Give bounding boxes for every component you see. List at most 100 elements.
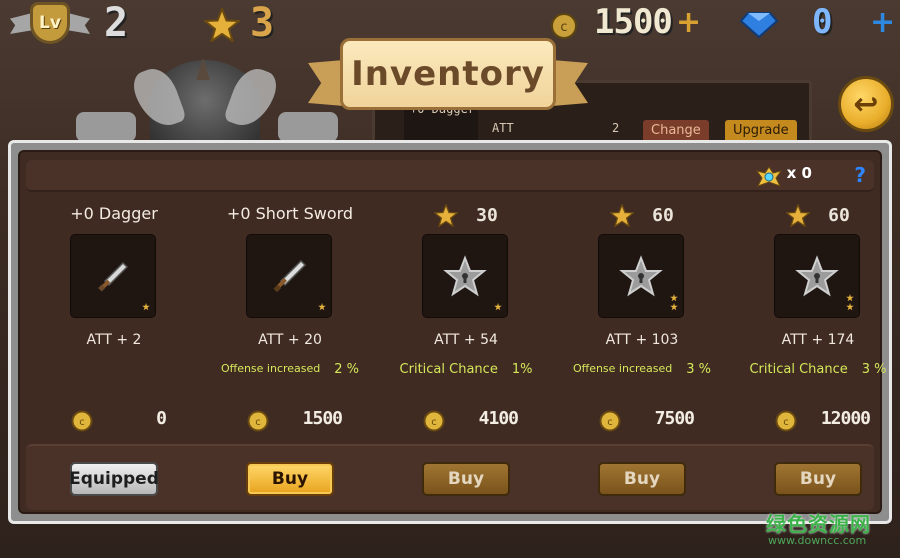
rank-star-icon: [318, 303, 326, 311]
item-attack: ATT + 54: [434, 332, 498, 348]
item-card-locked-1: 30 ATT + 54 Critical Chance 1% c 4100: [378, 196, 554, 436]
gold-amount: 1500: [594, 2, 673, 42]
bonus-label: Offense increased: [572, 362, 673, 375]
svg-text:c: c: [255, 417, 261, 428]
item-price: 7500: [654, 408, 695, 429]
required-stars: 60: [554, 202, 730, 228]
bonus-label: Critical Chance: [749, 362, 848, 377]
bonus-value: 3 %: [686, 362, 712, 377]
watermark-logo: 绿色资源网: [766, 512, 871, 536]
add-gold-button[interactable]: +: [676, 6, 701, 40]
item-price: 0: [156, 408, 167, 429]
item-price-row: c 1500: [202, 408, 378, 432]
player-level: 2: [104, 0, 129, 46]
add-gems-button[interactable]: +: [870, 6, 895, 40]
bonus-value: 2 %: [334, 362, 360, 377]
star-icon: [610, 203, 635, 227]
equipped-button[interactable]: Equipped: [69, 462, 159, 496]
item-price: 4100: [478, 408, 519, 429]
rank-star-icon: [670, 303, 678, 311]
rank-star-icon: [846, 294, 854, 302]
level-shield-icon: Lv: [30, 2, 70, 44]
locked-star-icon: [795, 255, 839, 297]
item-bonus: Offense increased 3 %: [554, 362, 730, 377]
svg-text:c: c: [783, 417, 789, 428]
svg-text:c: c: [607, 417, 613, 428]
buy-button-locked-1[interactable]: Buy: [422, 462, 510, 496]
item-price-row: c 0: [26, 408, 202, 432]
locked-star-icon: [619, 255, 663, 297]
item-slot[interactable]: [70, 234, 156, 318]
rank-star-icon: [670, 294, 678, 302]
bonus-label: Critical Chance: [399, 362, 498, 377]
background-att-value: 2: [612, 121, 620, 135]
background-upgrade-button: Upgrade: [725, 120, 797, 142]
item-title: +0 Short Sword: [226, 204, 354, 223]
item-attack: ATT + 20: [258, 332, 322, 348]
page-title: Inventory: [351, 54, 545, 94]
back-button[interactable]: ↩: [838, 76, 894, 132]
rank-star-icon: [846, 303, 854, 311]
help-button[interactable]: ?: [854, 163, 866, 187]
bonus-value: 3 %: [861, 362, 887, 377]
rank-star-icon: [142, 303, 150, 311]
item-rank-stars: [142, 303, 150, 311]
item-list: +0 Dagger ATT + 2 c 0 +0 Short Sword ATT…: [26, 196, 887, 436]
svg-text:c: c: [79, 417, 85, 428]
item-card-locked-3: 60 ATT + 174 Critical Chance 3 % c 12000: [730, 196, 900, 436]
item-card-short-sword: +0 Short Sword ATT + 20 Offense increase…: [202, 196, 378, 436]
item-card-locked-2: 60 ATT + 103 Offense increased 3 % c 750…: [554, 196, 730, 436]
item-slot[interactable]: [598, 234, 684, 318]
level-badge: Lv: [10, 2, 90, 44]
item-card-dagger: +0 Dagger ATT + 2 c 0: [26, 196, 202, 436]
item-attack: ATT + 174: [781, 332, 855, 348]
watermark-url: www.downcc.com: [768, 534, 867, 547]
rank-star-icon: [494, 303, 502, 311]
background-change-button: Change: [643, 120, 709, 142]
required-star-count: 60: [828, 204, 850, 226]
item-price-row: c 7500: [554, 408, 730, 432]
bonus-value: 1%: [511, 362, 533, 377]
item-rank-stars: [318, 303, 326, 311]
action-bar: Equipped Buy Buy Buy Buy: [26, 444, 874, 510]
item-price-row: c 4100: [378, 408, 554, 432]
required-stars: 60: [730, 202, 900, 228]
required-star-count: 30: [476, 204, 498, 226]
item-price: 1500: [302, 408, 343, 429]
item-slot[interactable]: [246, 234, 332, 318]
gem-count: 0: [812, 2, 833, 42]
item-price: 12000: [820, 408, 871, 429]
item-slot[interactable]: [774, 234, 860, 318]
locked-star-icon: [443, 255, 487, 297]
emblem-count: x 0: [786, 164, 812, 182]
gold-coin-icon: c: [71, 410, 93, 432]
required-stars: 30: [378, 202, 554, 228]
buy-button-locked-2[interactable]: Buy: [598, 462, 686, 496]
gem-icon: [740, 12, 778, 38]
star-icon: [786, 203, 811, 227]
star-icon: [434, 203, 459, 227]
star-count: 3: [250, 0, 275, 46]
gold-coin-icon: c: [423, 410, 445, 432]
item-bonus: Critical Chance 3 %: [730, 362, 900, 377]
title-ribbon: Inventory: [308, 28, 588, 124]
item-attack: ATT + 2: [86, 332, 142, 348]
sword-icon: [273, 259, 307, 293]
inventory-panel: x 0 ? +0 Dagger ATT + 2 c 0 +0 Short Swo…: [8, 140, 892, 524]
hero-shoulder-left: [76, 112, 136, 142]
dagger-icon: [98, 261, 129, 292]
item-price-row: c 12000: [730, 408, 900, 432]
panel-header: x 0 ?: [26, 160, 874, 192]
item-slot[interactable]: [422, 234, 508, 318]
gold-coin-icon: c: [775, 410, 797, 432]
gold-coin-icon: c: [247, 410, 269, 432]
item-title: +0 Dagger: [70, 204, 158, 223]
gold-coin-icon: c: [599, 410, 621, 432]
item-rank-stars: [670, 294, 678, 311]
buy-button-locked-3[interactable]: Buy: [774, 462, 862, 496]
item-rank-stars: [846, 294, 854, 311]
item-bonus: Critical Chance 1%: [378, 362, 554, 377]
required-star-count: 60: [652, 204, 674, 226]
buy-button-short-sword[interactable]: Buy: [246, 462, 334, 496]
bonus-label: Offense increased: [220, 362, 321, 375]
